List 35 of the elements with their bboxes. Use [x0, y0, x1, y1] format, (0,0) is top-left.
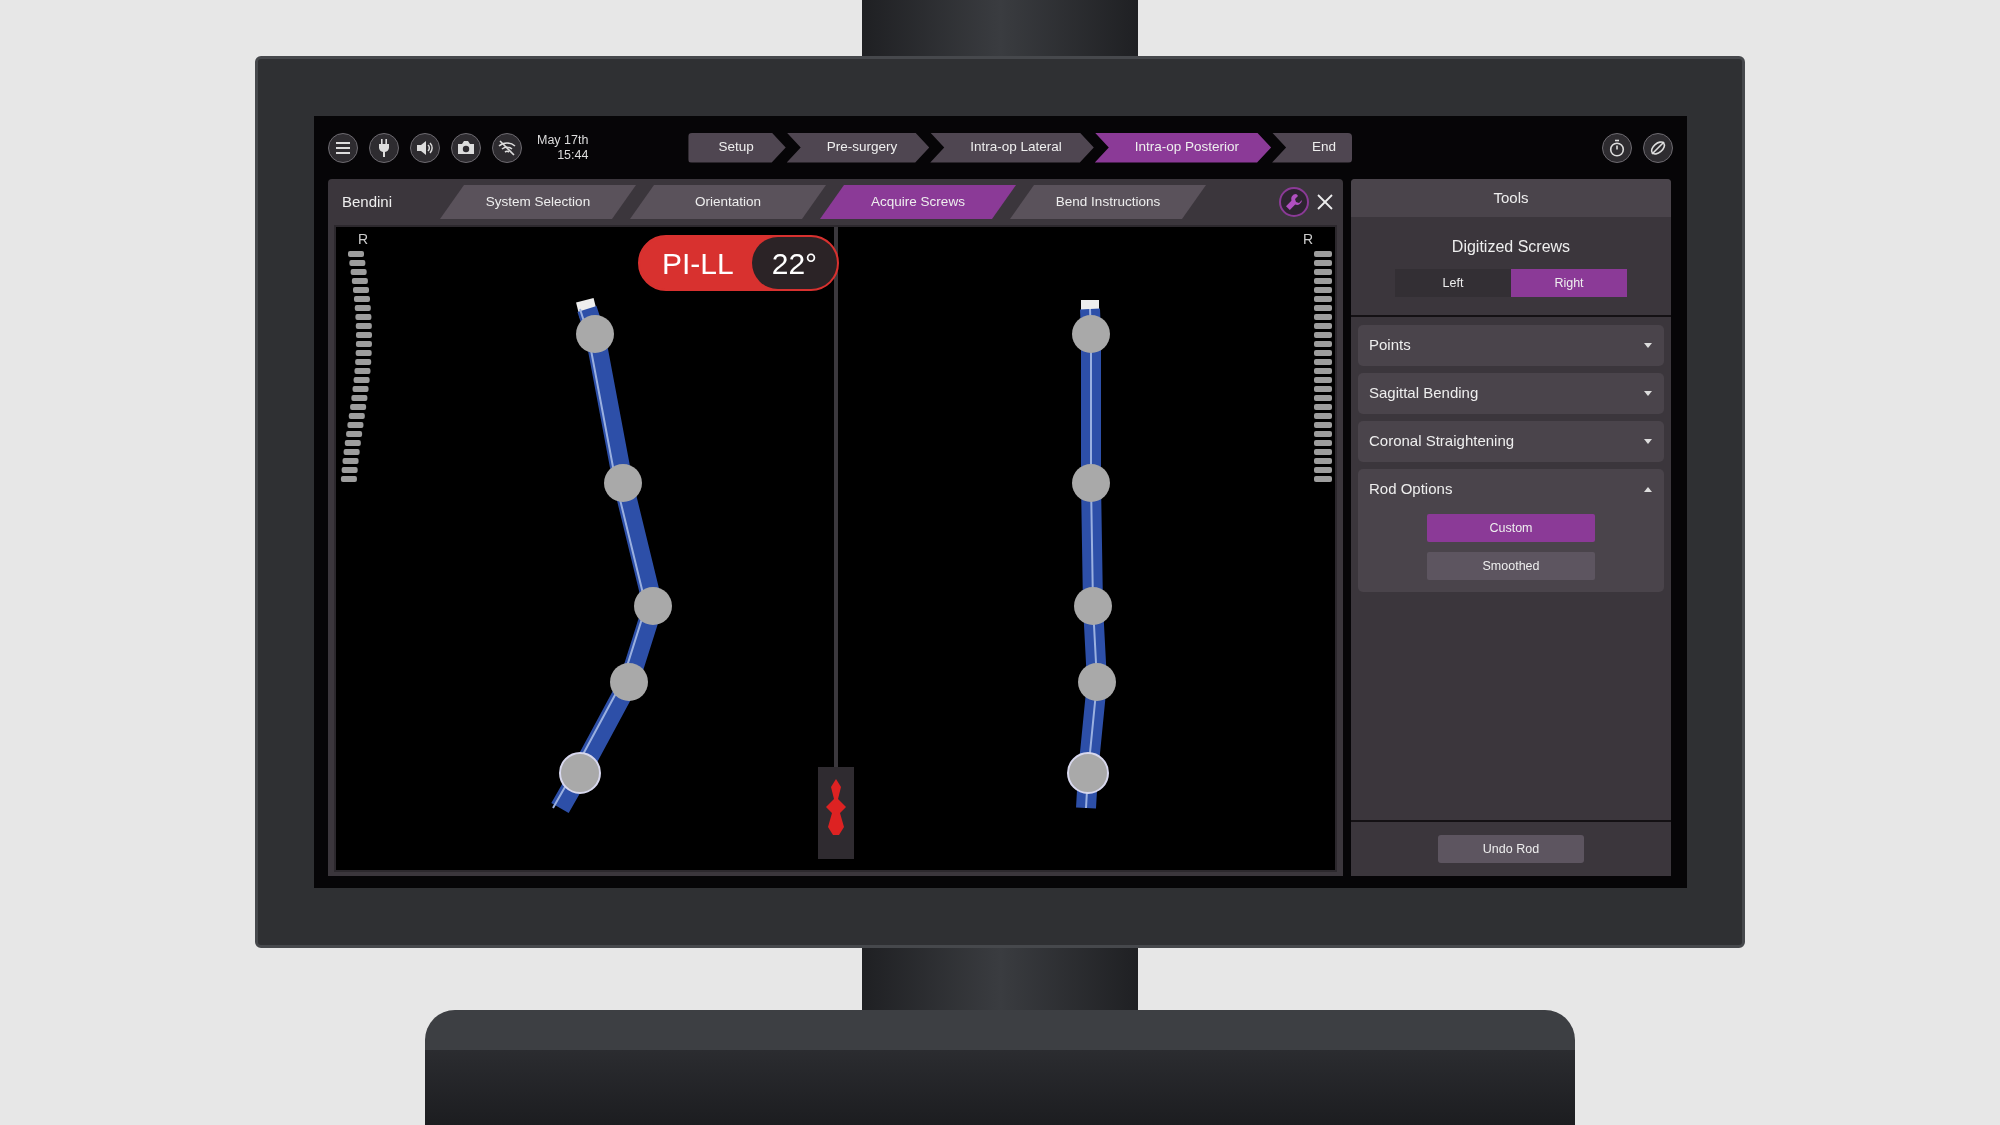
accordion-header[interactable]: Coronal Straightening [1358, 421, 1664, 462]
menu-icon[interactable] [328, 132, 358, 163]
workflow-step[interactable]: Intra-op Posterior [1094, 132, 1272, 163]
plug-icon[interactable] [369, 132, 399, 163]
wrench-icon[interactable] [1279, 187, 1309, 217]
module-tab[interactable]: Bend Instructions [1010, 185, 1206, 219]
accordion-header[interactable]: Points [1358, 325, 1664, 366]
orientation-marker: R [1302, 230, 1313, 249]
module-tab[interactable]: Acquire Screws [820, 185, 1016, 219]
section-heading: Digitized Screws [1451, 237, 1571, 257]
oval-icon[interactable] [1643, 132, 1673, 163]
module-tab[interactable]: System Selection [440, 185, 636, 219]
workflow-step[interactable]: Intra-op Lateral [930, 132, 1094, 163]
undo-button[interactable]: Undo Rod [1438, 835, 1584, 863]
camera-icon[interactable] [451, 132, 481, 163]
orientation-marker: R [358, 230, 369, 249]
workflow-step[interactable]: Pre-surgery [786, 132, 930, 163]
side-toggle[interactable]: Left [1395, 269, 1511, 297]
stopwatch-icon[interactable] [1602, 132, 1632, 163]
rod-option-button[interactable]: Custom [1427, 514, 1595, 542]
side-toggle[interactable]: Right [1511, 269, 1627, 297]
module-title: Bendini [342, 191, 394, 212]
accordion-header[interactable]: Sagittal Bending [1358, 373, 1664, 414]
status-date: May 17th [537, 132, 589, 148]
measurement-label: PI-LL [661, 245, 735, 282]
rod-option-button[interactable]: Smoothed [1427, 552, 1595, 580]
speaker-icon[interactable] [410, 132, 440, 163]
module-tab[interactable]: Orientation [630, 185, 826, 219]
workflow-step[interactable]: End [1272, 132, 1353, 163]
tools-title: Tools [1351, 179, 1671, 217]
wifi-off-icon[interactable] [492, 132, 522, 163]
accordion-header[interactable]: Rod Options [1358, 469, 1664, 510]
status-time: 15:44 [556, 147, 589, 163]
workflow-step[interactable]: Setup [688, 132, 786, 163]
measurement-value: 22° [751, 237, 838, 289]
